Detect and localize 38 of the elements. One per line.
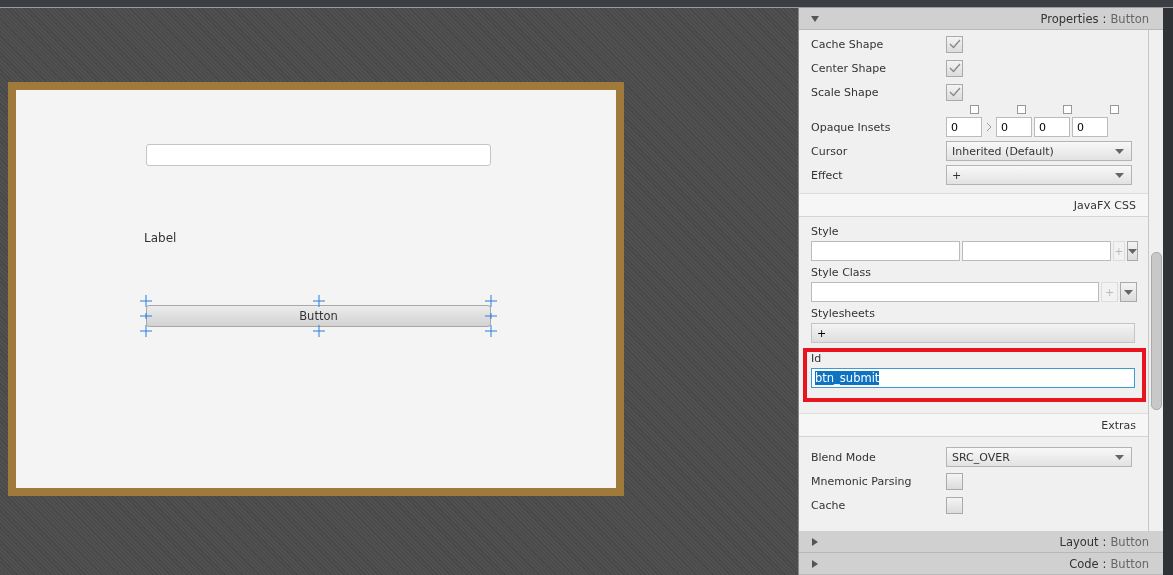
property-label: Opaque Insets xyxy=(811,120,892,134)
property-label: Mnemonic Parsing xyxy=(811,474,913,488)
property-label: Id xyxy=(811,352,823,365)
panel-colon: : xyxy=(1102,534,1107,549)
text-field[interactable]: btn_submit xyxy=(811,368,1135,388)
panel-colon: : xyxy=(1102,556,1107,571)
property-label: Cursor xyxy=(811,144,849,158)
inset-field[interactable]: 0 xyxy=(1072,117,1108,137)
panel-title: Layout xyxy=(1059,534,1099,549)
panel-target: Button xyxy=(1110,11,1149,26)
property-label: Style Class xyxy=(811,266,873,279)
property-label: Blend Mode xyxy=(811,450,877,464)
panel-target: Button xyxy=(1110,534,1149,549)
dropdown[interactable]: SRC_OVER xyxy=(946,447,1132,467)
dropdown[interactable]: Inherited (Default) xyxy=(946,141,1132,161)
panel-colon: : xyxy=(1102,11,1107,26)
add-button[interactable]: + xyxy=(811,323,1135,343)
section-header: JavaFX CSS xyxy=(799,193,1148,217)
panel-title: Code xyxy=(1069,556,1099,571)
inset-field[interactable]: 0 xyxy=(1034,117,1070,137)
property-label: Cache xyxy=(811,498,847,512)
inset-field[interactable]: 0 xyxy=(996,117,1032,137)
inset-field[interactable]: 0 xyxy=(946,117,982,137)
section-header: Extras xyxy=(799,413,1148,437)
panel-header[interactable]: Layout : Button xyxy=(799,531,1163,553)
property-label: Effect xyxy=(811,168,844,182)
panel-target: Button xyxy=(1110,556,1149,571)
label-text: Label xyxy=(144,231,177,245)
panel-header[interactable]: Code : Button xyxy=(799,553,1163,575)
property-label: Style xyxy=(811,225,840,238)
property-label: Center Shape xyxy=(811,61,887,75)
panel-header[interactable]: Properties : Button xyxy=(799,8,1163,30)
property-label: Cache Shape xyxy=(811,37,885,51)
property-label: Stylesheets xyxy=(811,307,876,320)
property-label: Scale Shape xyxy=(811,85,880,99)
dropdown[interactable]: + xyxy=(946,165,1132,185)
button[interactable]: Button xyxy=(146,305,491,327)
panel-title: Properties xyxy=(1040,11,1099,26)
